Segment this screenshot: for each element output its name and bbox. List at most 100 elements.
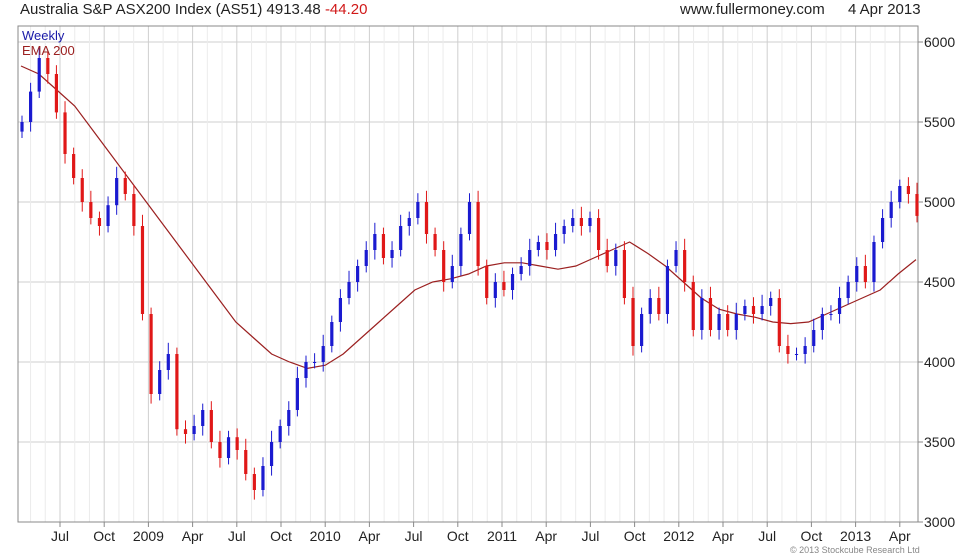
candle-body <box>218 442 222 458</box>
candle-body <box>777 298 781 346</box>
candle-body <box>381 234 386 258</box>
candle <box>640 307 644 353</box>
candle <box>528 238 532 276</box>
candle <box>399 214 403 257</box>
candle <box>519 257 523 281</box>
candle-body <box>640 314 644 346</box>
candle-body <box>252 474 256 490</box>
candle-body <box>751 306 756 314</box>
x-tick-label: Apr <box>535 528 557 544</box>
candle <box>889 190 893 228</box>
candle-body <box>510 274 515 290</box>
candle-body <box>528 250 532 266</box>
candle-body <box>734 314 738 330</box>
candle <box>536 235 540 257</box>
y-tick-label: 6000 <box>924 34 955 50</box>
legend-weekly: Weekly <box>22 28 65 43</box>
candle-body <box>743 306 747 314</box>
copyright-text: © 2013 Stockcube Research Ltd <box>790 545 920 555</box>
candle-body <box>89 202 93 218</box>
candle-body <box>898 186 902 202</box>
candle-body <box>364 250 368 266</box>
x-tick-label: Apr <box>359 528 381 544</box>
candle-body <box>347 282 351 298</box>
candle <box>717 307 721 340</box>
candle-body <box>579 218 583 226</box>
candle-body <box>855 266 859 282</box>
candle-body <box>820 314 824 330</box>
candle <box>244 438 248 481</box>
candle <box>467 193 472 241</box>
candle-body <box>442 250 446 282</box>
x-tick-label: Apr <box>712 528 734 544</box>
candle-body <box>863 266 867 282</box>
candle-body <box>287 410 291 426</box>
candle-body <box>278 426 282 442</box>
y-tick-label: 5000 <box>924 194 955 210</box>
x-tick-label: Jul <box>581 528 599 544</box>
x-tick-label: 2009 <box>133 528 164 544</box>
candle-body <box>304 362 308 378</box>
candle <box>252 467 256 500</box>
candle-body <box>269 442 274 466</box>
candle-body <box>717 314 721 330</box>
y-tick-label: 3500 <box>924 434 955 450</box>
candle <box>175 347 179 436</box>
candle <box>407 211 411 236</box>
candle-body <box>72 154 76 178</box>
candle-body <box>906 186 910 194</box>
candle <box>261 457 265 497</box>
candle <box>769 291 773 316</box>
candle <box>115 166 119 215</box>
legend-ema: EMA 200 <box>22 43 75 58</box>
candle-body <box>338 298 343 322</box>
candle <box>510 267 515 300</box>
candle-body <box>407 218 411 226</box>
candle <box>605 238 609 273</box>
candle-body <box>235 437 239 450</box>
candle <box>20 115 24 138</box>
candle-body <box>502 282 506 290</box>
candle <box>553 222 558 257</box>
candle <box>846 275 850 305</box>
candle-body <box>158 370 162 394</box>
candle-body <box>166 354 170 370</box>
candle <box>596 209 601 260</box>
candle <box>54 65 59 119</box>
candle <box>880 209 885 249</box>
candle-body <box>123 178 127 194</box>
x-tick-label: Oct <box>93 528 115 544</box>
candle <box>562 219 566 244</box>
candle <box>872 235 876 292</box>
candle <box>691 275 695 337</box>
candle-body <box>450 266 454 282</box>
candle-body <box>485 266 489 298</box>
candle <box>579 206 583 236</box>
candle <box>390 241 394 268</box>
candle <box>476 190 480 276</box>
candle-body <box>261 466 265 490</box>
candle <box>502 270 506 297</box>
candle <box>312 353 317 369</box>
candle-body <box>390 250 394 258</box>
candle-body <box>588 218 592 226</box>
candle <box>485 259 489 305</box>
candle-body <box>614 250 618 266</box>
candle-body <box>545 242 549 250</box>
x-tick-label: Jul <box>228 528 246 544</box>
x-tick-label: Oct <box>447 528 469 544</box>
candle-body <box>519 266 523 274</box>
x-tick-label: 2010 <box>310 528 341 544</box>
candle-body <box>132 194 136 226</box>
candle <box>209 401 213 449</box>
candle <box>132 185 136 236</box>
candle <box>726 305 730 337</box>
candle-body <box>631 298 635 346</box>
candle-body <box>140 226 145 314</box>
candle-body <box>794 354 799 355</box>
candle <box>183 420 188 444</box>
candle-body <box>209 410 213 442</box>
candle-body <box>648 298 652 314</box>
candle <box>820 307 824 340</box>
candle-body <box>683 250 687 282</box>
